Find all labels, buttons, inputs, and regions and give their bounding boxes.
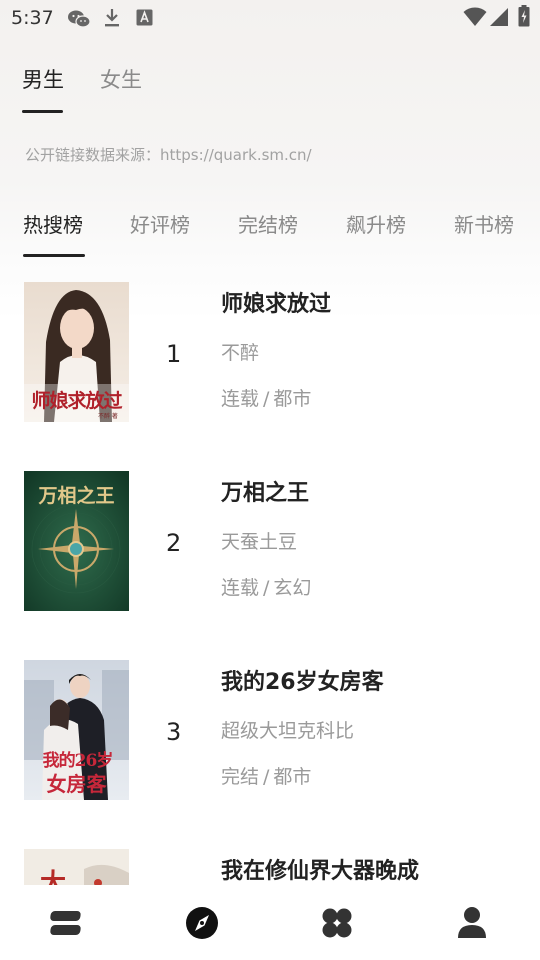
tab-completed[interactable]: 完结榜 <box>238 209 298 238</box>
book-title[interactable]: 我在修仙界大器晚成 <box>221 853 419 885</box>
meta-separator: / <box>263 766 270 788</box>
book-status: 连载 <box>221 577 260 599</box>
book-item[interactable]: 师娘求放过 不醉 著 1 师娘求放过 不醉 连载 / 都市 <box>0 270 540 430</box>
bookshelf-icon[interactable] <box>49 905 85 941</box>
book-status: 完结 <box>221 766 260 788</box>
book-cover[interactable]: 我的26岁 女房客 <box>24 660 129 800</box>
book-cover[interactable]: 大 <box>24 849 129 885</box>
book-item[interactable]: 我的26岁 女房客 3 我的26岁女房客 超级大坦克科比 完结 / 都市 <box>0 648 540 808</box>
book-author: 超级大坦克科比 <box>221 720 355 742</box>
cover-title: 万相之王 <box>38 485 115 507</box>
tab-top-rated[interactable]: 好评榜 <box>130 209 190 238</box>
book-meta: 连载 / 都市 <box>221 384 311 411</box>
signal-icon <box>490 8 508 26</box>
book-title[interactable]: 师娘求放过 <box>221 286 331 318</box>
gender-tab-indicator <box>22 110 63 113</box>
data-source-text: 公开链接数据来源：https://quark.sm.cn/ <box>25 146 312 164</box>
book-cover[interactable]: 师娘求放过 不醉 著 <box>24 282 129 422</box>
profile-icon[interactable] <box>454 905 490 941</box>
rank-number: 1 <box>166 340 182 368</box>
book-title[interactable]: 万相之王 <box>221 475 309 507</box>
meta-separator: / <box>263 577 270 599</box>
wifi-icon <box>463 7 487 26</box>
book-author: 天蚕土豆 <box>221 531 298 553</box>
book-title[interactable]: 我的26岁女房客 <box>221 664 384 696</box>
book-genre: 玄幻 <box>273 577 312 599</box>
tab-female[interactable]: 女生 <box>100 64 142 94</box>
tab-new-books[interactable]: 新书榜 <box>454 209 514 238</box>
tab-male[interactable]: 男生 <box>22 64 64 94</box>
bottom-nav <box>0 885 540 960</box>
compass-icon[interactable] <box>184 905 220 941</box>
meta-separator: / <box>263 388 270 410</box>
battery-icon <box>518 5 530 27</box>
rank-number: 3 <box>166 718 182 746</box>
book-item[interactable]: 万相之王 2 万相之王 天蚕土豆 连载 / 玄幻 <box>0 459 540 619</box>
cover-title: 师娘求放过 <box>31 390 122 412</box>
tab-rising[interactable]: 飙升榜 <box>346 209 406 238</box>
book-item[interactable]: 大 我在修仙界大器晚成 <box>0 837 540 885</box>
categories-icon[interactable] <box>319 905 355 941</box>
text-box-icon <box>136 9 153 26</box>
book-cover[interactable]: 万相之王 <box>24 471 129 611</box>
status-time: 5:37 <box>11 7 54 29</box>
book-genre: 都市 <box>273 388 312 410</box>
tab-hot-search[interactable]: 热搜榜 <box>23 209 83 238</box>
rank-tab-indicator <box>23 254 85 257</box>
book-meta: 连载 / 玄幻 <box>221 573 311 600</box>
book-meta: 完结 / 都市 <box>221 762 311 789</box>
rank-number: 2 <box>166 529 182 557</box>
download-icon <box>105 9 119 27</box>
book-list[interactable]: 师娘求放过 不醉 著 1 师娘求放过 不醉 连载 / 都市 万相之王 2 万相之… <box>0 270 540 885</box>
status-bar: 5:37 <box>0 0 540 36</box>
wechat-icon <box>68 10 91 28</box>
book-status: 连载 <box>221 388 260 410</box>
cover-title-2: 女房客 <box>46 772 107 796</box>
book-author: 不醉 <box>221 342 260 364</box>
cover-title: 大 <box>40 869 67 885</box>
cover-author: 不醉 著 <box>98 413 118 420</box>
book-genre: 都市 <box>273 766 312 788</box>
